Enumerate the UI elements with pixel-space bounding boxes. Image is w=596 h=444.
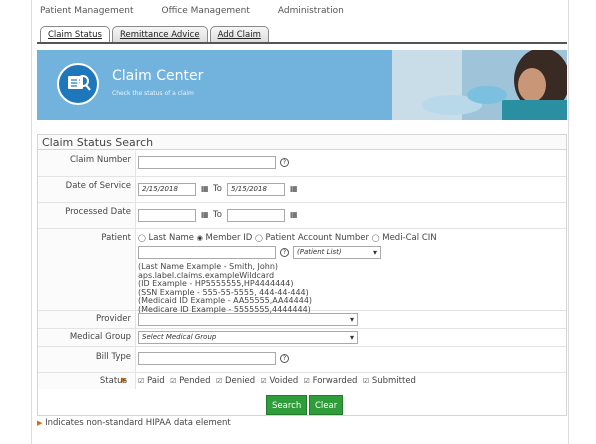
tab-divider [37, 42, 567, 44]
patient-search-type: ◯ Last Name ◉ Member ID ◯ Patient Accoun… [138, 233, 437, 243]
to-label: To [213, 184, 222, 194]
date-of-service-to-input[interactable]: 5/15/2018 [227, 183, 285, 196]
medical-group-row: Medical Group Select Medical Group [38, 329, 566, 347]
footer-note-text: Indicates non-standard HIPAA data elemen… [45, 418, 231, 428]
radio-medi-cal-cin-label: Medi-Cal CIN [382, 233, 437, 243]
checkbox-paid[interactable]: ☑ [138, 377, 144, 385]
nav-administration[interactable]: Administration [278, 6, 344, 20]
processed-date-row: Processed Date ▦ To ▦ [38, 203, 566, 229]
bill-type-label: Bill Type [95, 352, 131, 362]
patient-hints: (Last Name Example - Smith, John) aps.la… [138, 262, 313, 314]
banner-subtitle: Check the status of a claim [112, 90, 194, 97]
checkbox-submitted[interactable]: ☑ [363, 377, 369, 385]
radio-member-id-label: Member ID [205, 233, 253, 243]
patient-label: Patient [101, 233, 131, 243]
calendar-icon[interactable]: ▦ [290, 210, 299, 219]
nav-office-management[interactable]: Office Management [162, 6, 250, 20]
claim-center-banner: Claim Center Check the status of a claim [37, 50, 567, 120]
patient-list-select[interactable]: (Patient List) [293, 246, 381, 259]
to-label: To [213, 210, 222, 220]
processed-date-to-input[interactable] [227, 209, 285, 222]
status-options: ☑ Paid ☑ Pended ☑ Denied ☑ Voided ☑ Forw… [138, 376, 416, 386]
nav-patient-management[interactable]: Patient Management [40, 6, 134, 20]
provider-row: Provider [38, 311, 566, 329]
provider-select[interactable] [138, 313, 358, 326]
search-button[interactable]: Search [266, 395, 308, 415]
footer-note: ▶ Indicates non-standard HIPAA data elem… [37, 418, 231, 428]
banner-title: Claim Center [112, 68, 204, 84]
status-label: Status [99, 376, 127, 386]
patient-input[interactable] [138, 246, 276, 259]
claim-search-icon [57, 63, 99, 105]
non-standard-marker-icon: ▶ [37, 419, 43, 427]
help-icon[interactable]: ? [280, 158, 289, 167]
help-icon[interactable]: ? [280, 354, 289, 363]
status-row: ▶ Status ☑ Paid ☑ Pended ☑ Denied ☑ Void… [38, 373, 566, 389]
top-nav: Patient Management Office Management Adm… [40, 6, 344, 20]
claim-number-input[interactable] [138, 156, 276, 169]
radio-last-name[interactable]: ◯ [138, 234, 146, 242]
checkbox-forwarded[interactable]: ☑ [304, 377, 310, 385]
processed-date-from-input[interactable] [138, 209, 196, 222]
checkbox-denied[interactable]: ☑ [216, 377, 222, 385]
form-title: Claim Status Search [38, 135, 566, 150]
bill-type-row: Bill Type ? [38, 347, 566, 373]
radio-patient-account-number-label: Patient Account Number [265, 233, 369, 243]
calendar-icon[interactable]: ▦ [201, 210, 210, 219]
radio-last-name-label: Last Name [148, 233, 195, 243]
help-icon[interactable]: ? [280, 248, 289, 257]
claim-number-label: Claim Number [70, 155, 131, 165]
medical-group-select[interactable]: Select Medical Group [138, 331, 358, 344]
banner-photo-image [392, 50, 567, 120]
date-of-service-row: Date of Service 2/15/2018 ▦ To 5/15/2018… [38, 177, 566, 203]
bill-type-input[interactable] [138, 352, 276, 365]
tab-bar: Claim Status Remittance Advice Add Claim [40, 26, 271, 43]
tab-claim-status[interactable]: Claim Status [40, 26, 110, 43]
provider-label: Provider [96, 314, 131, 324]
processed-date-label: Processed Date [65, 207, 131, 217]
checkbox-pended[interactable]: ☑ [170, 377, 176, 385]
radio-patient-account-number[interactable]: ◯ [255, 234, 263, 242]
checkbox-voided[interactable]: ☑ [261, 377, 267, 385]
claim-number-row: Claim Number ? [38, 151, 566, 177]
clear-button[interactable]: Clear [309, 395, 344, 415]
calendar-icon[interactable]: ▦ [201, 184, 210, 193]
radio-member-id[interactable]: ◉ [197, 234, 203, 242]
tab-add-claim[interactable]: Add Claim [209, 26, 269, 43]
medical-group-label: Medical Group [69, 332, 131, 342]
patient-row: Patient ◯ Last Name ◉ Member ID ◯ Patien… [38, 229, 566, 314]
date-of-service-from-input[interactable]: 2/15/2018 [138, 183, 196, 196]
date-of-service-label: Date of Service [65, 181, 131, 191]
radio-medi-cal-cin[interactable]: ◯ [372, 234, 380, 242]
claim-status-search-form: Claim Status Search Claim Number ? Date … [37, 134, 567, 416]
tab-remittance-advice[interactable]: Remittance Advice [111, 26, 208, 43]
calendar-icon[interactable]: ▦ [290, 184, 299, 193]
